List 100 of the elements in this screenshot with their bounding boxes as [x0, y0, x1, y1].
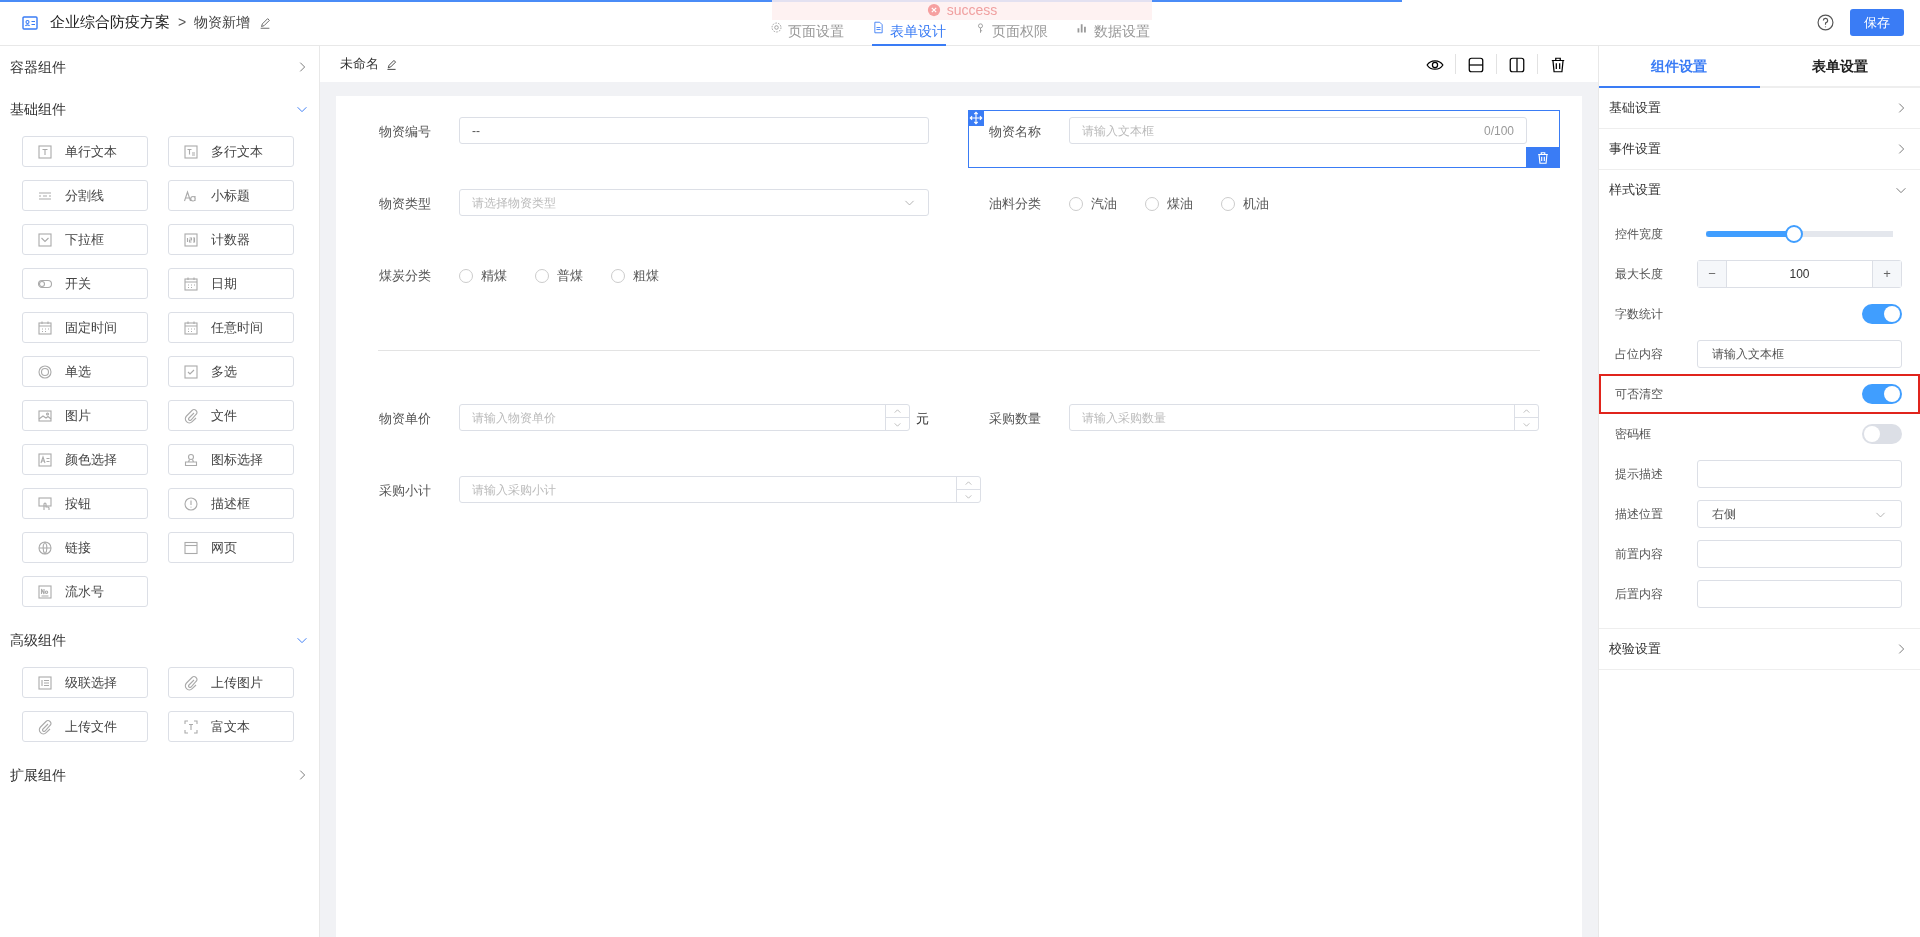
app-title: 企业综合防疫方案	[50, 12, 170, 33]
field-label: 物资名称	[989, 123, 1042, 141]
document-icon	[872, 21, 885, 34]
settings-tab[interactable]: 组件设置	[1599, 46, 1760, 88]
toggle-switch[interactable]	[1862, 384, 1902, 404]
component-item[interactable]: 上传文件	[22, 711, 148, 742]
component-item[interactable]: 小标题	[168, 180, 294, 211]
counter-icon	[183, 231, 199, 248]
setting-label: 密码框	[1615, 426, 1652, 443]
toggle-switch[interactable]	[1862, 304, 1902, 324]
calendar-icon	[183, 319, 199, 336]
field-label: 油料分类	[989, 195, 1042, 213]
increment-button[interactable]: +	[1873, 261, 1901, 287]
field-label: 物资单价	[379, 410, 432, 428]
info-icon	[183, 495, 199, 512]
save-button[interactable]: 保存	[1850, 8, 1904, 37]
edit-icon[interactable]	[258, 15, 273, 30]
component-item[interactable]: 固定时间	[22, 312, 148, 343]
setting-label: 字数统计	[1615, 306, 1664, 323]
paperclip-icon	[183, 674, 199, 691]
character-counter: 0/100	[1483, 122, 1514, 140]
field-label: 采购小计	[379, 482, 432, 500]
page-title: 物资新增	[194, 13, 251, 32]
radio-option[interactable]: 汽油	[1069, 189, 1117, 214]
radio-option[interactable]: 机油	[1221, 189, 1269, 214]
component-item[interactable]: 文件	[168, 400, 294, 431]
rich-text-icon	[183, 718, 199, 735]
font-icon	[183, 187, 199, 204]
text-input[interactable]: --	[459, 117, 929, 144]
text-field-icon	[37, 143, 53, 160]
setting-label: 后置内容	[1615, 586, 1664, 603]
person-icon	[183, 451, 199, 468]
toggle-switch[interactable]	[1862, 424, 1902, 444]
setting-label: 前置内容	[1615, 546, 1664, 563]
component-item[interactable]: 多选	[168, 356, 294, 387]
component-item[interactable]: 按钮	[22, 488, 148, 519]
field-label: 采购数量	[989, 410, 1042, 428]
section-title: 容器组件	[10, 57, 66, 77]
component-item[interactable]: 分割线	[22, 180, 148, 211]
decrement-button[interactable]: −	[1698, 261, 1726, 287]
hand-pointer-icon	[37, 495, 53, 512]
calendar-icon	[37, 319, 53, 336]
text-input[interactable]	[1697, 460, 1902, 488]
radio-option[interactable]: 粗煤	[611, 261, 659, 286]
radio-option[interactable]: 普煤	[535, 261, 583, 286]
component-item[interactable]: 上传图片	[168, 667, 294, 698]
browser-window-icon	[183, 539, 199, 556]
component-item[interactable]: 级联选择	[22, 667, 148, 698]
text-input[interactable]	[1697, 540, 1902, 568]
text-input[interactable]: 请输入文本框	[1697, 340, 1902, 368]
selected-field-frame[interactable]: 物资名称 请输入文本框 0/100	[968, 110, 1560, 168]
field-label: 物资类型	[379, 195, 432, 213]
component-item[interactable]: 富文本	[168, 711, 294, 742]
component-item[interactable]: 任意时间	[168, 312, 294, 343]
row-layout-icon	[1466, 55, 1486, 74]
help-icon[interactable]	[1817, 14, 1834, 31]
component-item[interactable]: 描述框	[168, 488, 294, 519]
component-item[interactable]: 日期	[168, 268, 294, 299]
component-item[interactable]: 单行文本	[22, 136, 148, 167]
bar-chart-icon	[1076, 21, 1089, 34]
section-title: 基础设置	[1609, 99, 1661, 118]
component-item[interactable]: 多行文本	[168, 136, 294, 167]
chevron-up-icon[interactable]	[893, 406, 902, 416]
error-icon	[926, 3, 941, 17]
select-field[interactable]: 右侧	[1697, 500, 1902, 528]
setting-label: 控件宽度	[1615, 226, 1664, 243]
component-item[interactable]: 图片	[22, 400, 148, 431]
form-name: 未命名	[340, 55, 379, 74]
tree-list-icon	[37, 674, 53, 691]
component-item[interactable]: 流水号	[22, 576, 148, 607]
radio-option[interactable]: 精煤	[459, 261, 507, 286]
radio-option[interactable]: 煤油	[1145, 189, 1193, 214]
component-item[interactable]: 颜色选择	[22, 444, 148, 475]
text-input[interactable]	[1697, 580, 1902, 608]
serial-number-icon	[37, 583, 53, 600]
edit-icon[interactable]	[385, 57, 398, 71]
gear-icon	[770, 21, 783, 34]
slider-thumb[interactable]	[1784, 225, 1803, 243]
component-item[interactable]: 链接	[22, 532, 148, 563]
section-title: 扩展组件	[10, 765, 66, 785]
settings-tab[interactable]: 表单设置	[1759, 46, 1920, 88]
component-item[interactable]: 单选	[22, 356, 148, 387]
textarea-icon	[183, 143, 199, 160]
move-handle[interactable]	[968, 110, 984, 126]
component-item[interactable]: 网页	[168, 532, 294, 563]
component-item[interactable]: 图标选择	[168, 444, 294, 475]
component-item[interactable]: 下拉框	[22, 224, 148, 255]
component-item[interactable]: 计数器	[168, 224, 294, 255]
breadcrumb-separator: >	[178, 13, 187, 32]
chevron-up-icon[interactable]	[964, 478, 973, 488]
radio-icon	[37, 363, 53, 380]
section-title: 事件设置	[1609, 140, 1661, 159]
section-title: 高级组件	[10, 630, 66, 650]
paperclip-icon	[183, 407, 199, 424]
delete-field-button[interactable]	[1526, 147, 1560, 168]
component-item[interactable]: 开关	[22, 268, 148, 299]
chevron-up-icon[interactable]	[1522, 406, 1531, 416]
setting-label: 可否清空	[1615, 386, 1664, 403]
field-label: 物资编号	[379, 123, 432, 141]
toast-message: success	[946, 0, 998, 20]
